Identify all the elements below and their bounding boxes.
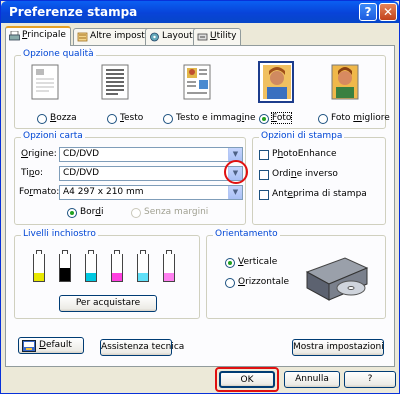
quality-group-title: Opzione qualità [21, 49, 96, 59]
label-bordi: Bordi [80, 207, 104, 217]
radio-orizzontale[interactable] [225, 278, 235, 288]
label-foto: Foto [270, 112, 293, 124]
printer-icon [9, 31, 20, 41]
help-button[interactable]: ? [344, 371, 396, 388]
chevron-down-icon[interactable]: ▼ [228, 186, 242, 199]
ink-level-fill [34, 272, 44, 281]
checkbox-ordine-inverso[interactable] [259, 170, 269, 180]
ink-level-fill [164, 272, 174, 281]
ok-button[interactable]: OK [219, 371, 275, 388]
tab-utility-mnemonic: U [210, 31, 217, 41]
radio-bozza[interactable] [37, 114, 47, 124]
tab-layout[interactable]: Layout [145, 28, 198, 45]
mostra-impostazioni-button[interactable]: Mostra impostazioni [292, 339, 384, 356]
tipo-select[interactable]: CD/DVD ▼ [59, 166, 243, 181]
origine-select[interactable]: CD/DVD ▼ [59, 147, 243, 162]
tipo-value: CD/DVD [63, 168, 100, 178]
print-options-group: Opzioni di stampa PhotoEnhance Ordine in… [252, 131, 386, 225]
ink-level-fill [112, 272, 122, 281]
label-anteprima: Anteprima di stampa [272, 189, 367, 199]
radio-senza-margini[interactable] [131, 208, 141, 218]
radio-bordi[interactable] [67, 208, 77, 218]
ink-cartridge-neck [36, 250, 42, 254]
formato-label: Formato: [19, 187, 60, 197]
ink-level-fill [86, 272, 96, 281]
label-senza-margini: Senza margini [144, 207, 209, 217]
origine-label: Origine: [21, 149, 57, 159]
draft-page-icon [31, 64, 59, 100]
ink-cartridge-neck [62, 250, 68, 254]
ink-cartridge-neck [166, 250, 172, 254]
orientation-group: Orientamento Verticale Orizzontale [206, 229, 386, 319]
layout-icon [150, 32, 159, 42]
radio-testo-immagine[interactable] [163, 114, 173, 124]
ink-cartridge [33, 250, 45, 282]
ink-cartridge [85, 250, 97, 282]
print-options-title: Opzioni di stampa [259, 131, 345, 141]
label-verticale: Verticale [238, 257, 278, 267]
ink-cartridge-neck [114, 250, 120, 254]
ink-cartridge [59, 250, 71, 282]
utility-icon [197, 33, 208, 41]
label-photoenhance: PhotoEnhance [272, 149, 337, 159]
paper-options-group: Opzioni carta Origine: CD/DVD ▼ Tipo: CD… [14, 131, 248, 225]
tab-principale-label: rincipale [27, 30, 66, 40]
printer-cd-icon [305, 257, 369, 301]
ink-level-fill [138, 272, 148, 281]
ink-levels-group: Livelli inchiostro Per acquistare [14, 229, 200, 319]
window-title: Preferenze stampa [9, 5, 138, 19]
help-title-button[interactable]: ? [359, 3, 377, 21]
label-ordine-inverso: Ordine inverso [272, 169, 338, 179]
label-orizzontale: Orizzontale [238, 277, 290, 287]
tab-utility[interactable]: Utility [193, 28, 242, 45]
ink-cartridge-neck [88, 250, 94, 254]
radio-foto-migliore[interactable] [318, 114, 328, 124]
assistenza-tecnica-button[interactable]: Assistenza tecnica [100, 339, 184, 356]
ink-cartridge [137, 250, 149, 282]
annulla-button[interactable]: Annulla [284, 371, 340, 388]
label-foto-migliore: Foto migliore [331, 113, 390, 123]
quality-group: Opzione qualità Bozza Testo Testo e imma… [14, 49, 390, 129]
per-acquistare-button[interactable]: Per acquistare [59, 295, 157, 312]
close-button[interactable]: ✕ [379, 3, 397, 21]
origine-value: CD/DVD [63, 149, 100, 159]
ink-cartridge-neck [140, 250, 146, 254]
highlight-circle [224, 160, 248, 184]
preferences-window: Preferenze stampa ? ✕ Principale Altre i… [0, 0, 400, 394]
ink-cartridge [111, 250, 123, 282]
text-page-icon [101, 64, 129, 100]
tab-layout-label: Layout [162, 31, 193, 41]
label-bozza: Bozza [50, 113, 77, 123]
checkbox-anteprima[interactable] [259, 190, 269, 200]
tipo-label: Tipo: [21, 168, 43, 178]
photo-option-highlight [258, 61, 294, 103]
text-image-page-icon [183, 64, 211, 100]
tab-altre-impostazioni-label: Altre impost. [90, 31, 148, 41]
best-photo-icon [331, 64, 359, 100]
formato-select[interactable]: A4 297 x 210 mm ▼ [59, 185, 243, 200]
tab-panel-principale: Opzione qualità Bozza Testo Testo e imma… [5, 45, 395, 367]
default-button[interactable]: Default [18, 337, 84, 354]
photo-icon [263, 65, 291, 99]
ink-level-fill [60, 267, 70, 281]
tab-altre-impostazioni[interactable]: Altre impost. [73, 28, 153, 45]
title-bar[interactable]: Preferenze stampa ? ✕ [1, 1, 399, 23]
radio-foto[interactable] [259, 114, 269, 124]
radio-testo[interactable] [107, 114, 117, 124]
tab-utility-label: tility [216, 31, 237, 41]
tab-principale[interactable]: Principale [5, 26, 71, 46]
settings-icon [77, 32, 88, 42]
formato-value: A4 297 x 210 mm [63, 187, 144, 197]
checkbox-photoenhance[interactable] [259, 150, 269, 160]
ink-levels-title: Livelli inchiostro [21, 229, 98, 239]
default-icon [22, 340, 36, 352]
paper-options-title: Opzioni carta [21, 131, 85, 141]
orientation-title: Orientamento [213, 229, 280, 239]
radio-verticale[interactable] [225, 258, 235, 268]
label-testo: Testo [120, 113, 144, 123]
label-testo-immagine: Testo e immagine [176, 113, 256, 123]
ink-cartridge [163, 250, 175, 282]
